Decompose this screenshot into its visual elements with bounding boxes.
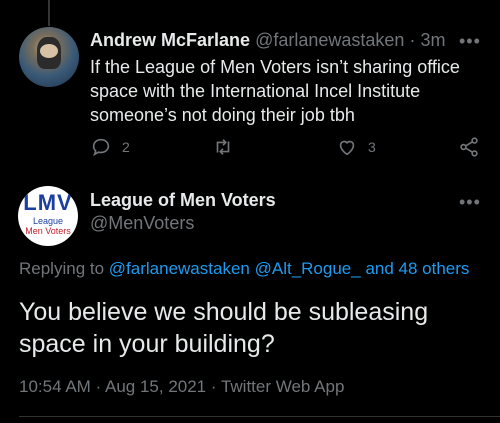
main-author-name[interactable]: League of Men Voters (90, 190, 276, 211)
main-author-handle[interactable]: @MenVoters (90, 213, 194, 234)
reply-count: 2 (122, 139, 130, 155)
share-button[interactable] (458, 136, 480, 158)
reply-tweet-text: If the League of Men Voters isn’t sharin… (90, 57, 460, 125)
more-icon[interactable]: ••• (459, 32, 481, 50)
replying-prefix: Replying to (19, 259, 105, 278)
retweet-icon (216, 139, 230, 155)
avatar-andrew-mcfarlane[interactable] (19, 27, 79, 87)
reply-time[interactable]: 3m (420, 30, 445, 50)
avatar-logo-text: LMV (23, 190, 73, 215)
reply-tweet-header: Andrew McFarlane @farlanewastaken · 3m (90, 30, 445, 51)
reply-button[interactable]: 2 (90, 136, 130, 158)
like-count: 3 (368, 139, 376, 155)
thread-connector-line (48, 0, 50, 26)
retweet-button[interactable] (212, 136, 244, 158)
reply-icon (92, 138, 110, 157)
reply-author-handle[interactable]: @farlanewastaken (255, 30, 404, 50)
like-button[interactable]: 3 (336, 136, 376, 158)
others-link[interactable]: and 48 others (365, 259, 469, 278)
main-tweet-text: You believe we should be subleasing spac… (19, 298, 429, 358)
avatar-logo-line2: Men Voters (25, 226, 71, 236)
reply-tweet-actions: 2 3 (90, 136, 490, 160)
avatar-logo-line1: League (32, 216, 64, 226)
replying-to-line: Replying to @farlanewastaken @Alt_Rogue_… (19, 259, 469, 279)
reply-author-name[interactable]: Andrew McFarlane (90, 30, 250, 50)
divider (19, 416, 500, 417)
mention-link[interactable]: @Alt_Rogue_ (255, 259, 361, 278)
mention-link[interactable]: @farlanewastaken (109, 259, 250, 278)
tweet-timestamp[interactable]: 10:54 AM · Aug 15, 2021 · Twitter Web Ap… (19, 377, 344, 397)
share-icon (460, 137, 478, 157)
avatar-league-of-men-voters[interactable]: LMV League Men Voters (18, 186, 78, 246)
reply-separator: · (409, 30, 416, 50)
like-icon (339, 140, 355, 156)
more-icon[interactable]: ••• (459, 193, 481, 211)
